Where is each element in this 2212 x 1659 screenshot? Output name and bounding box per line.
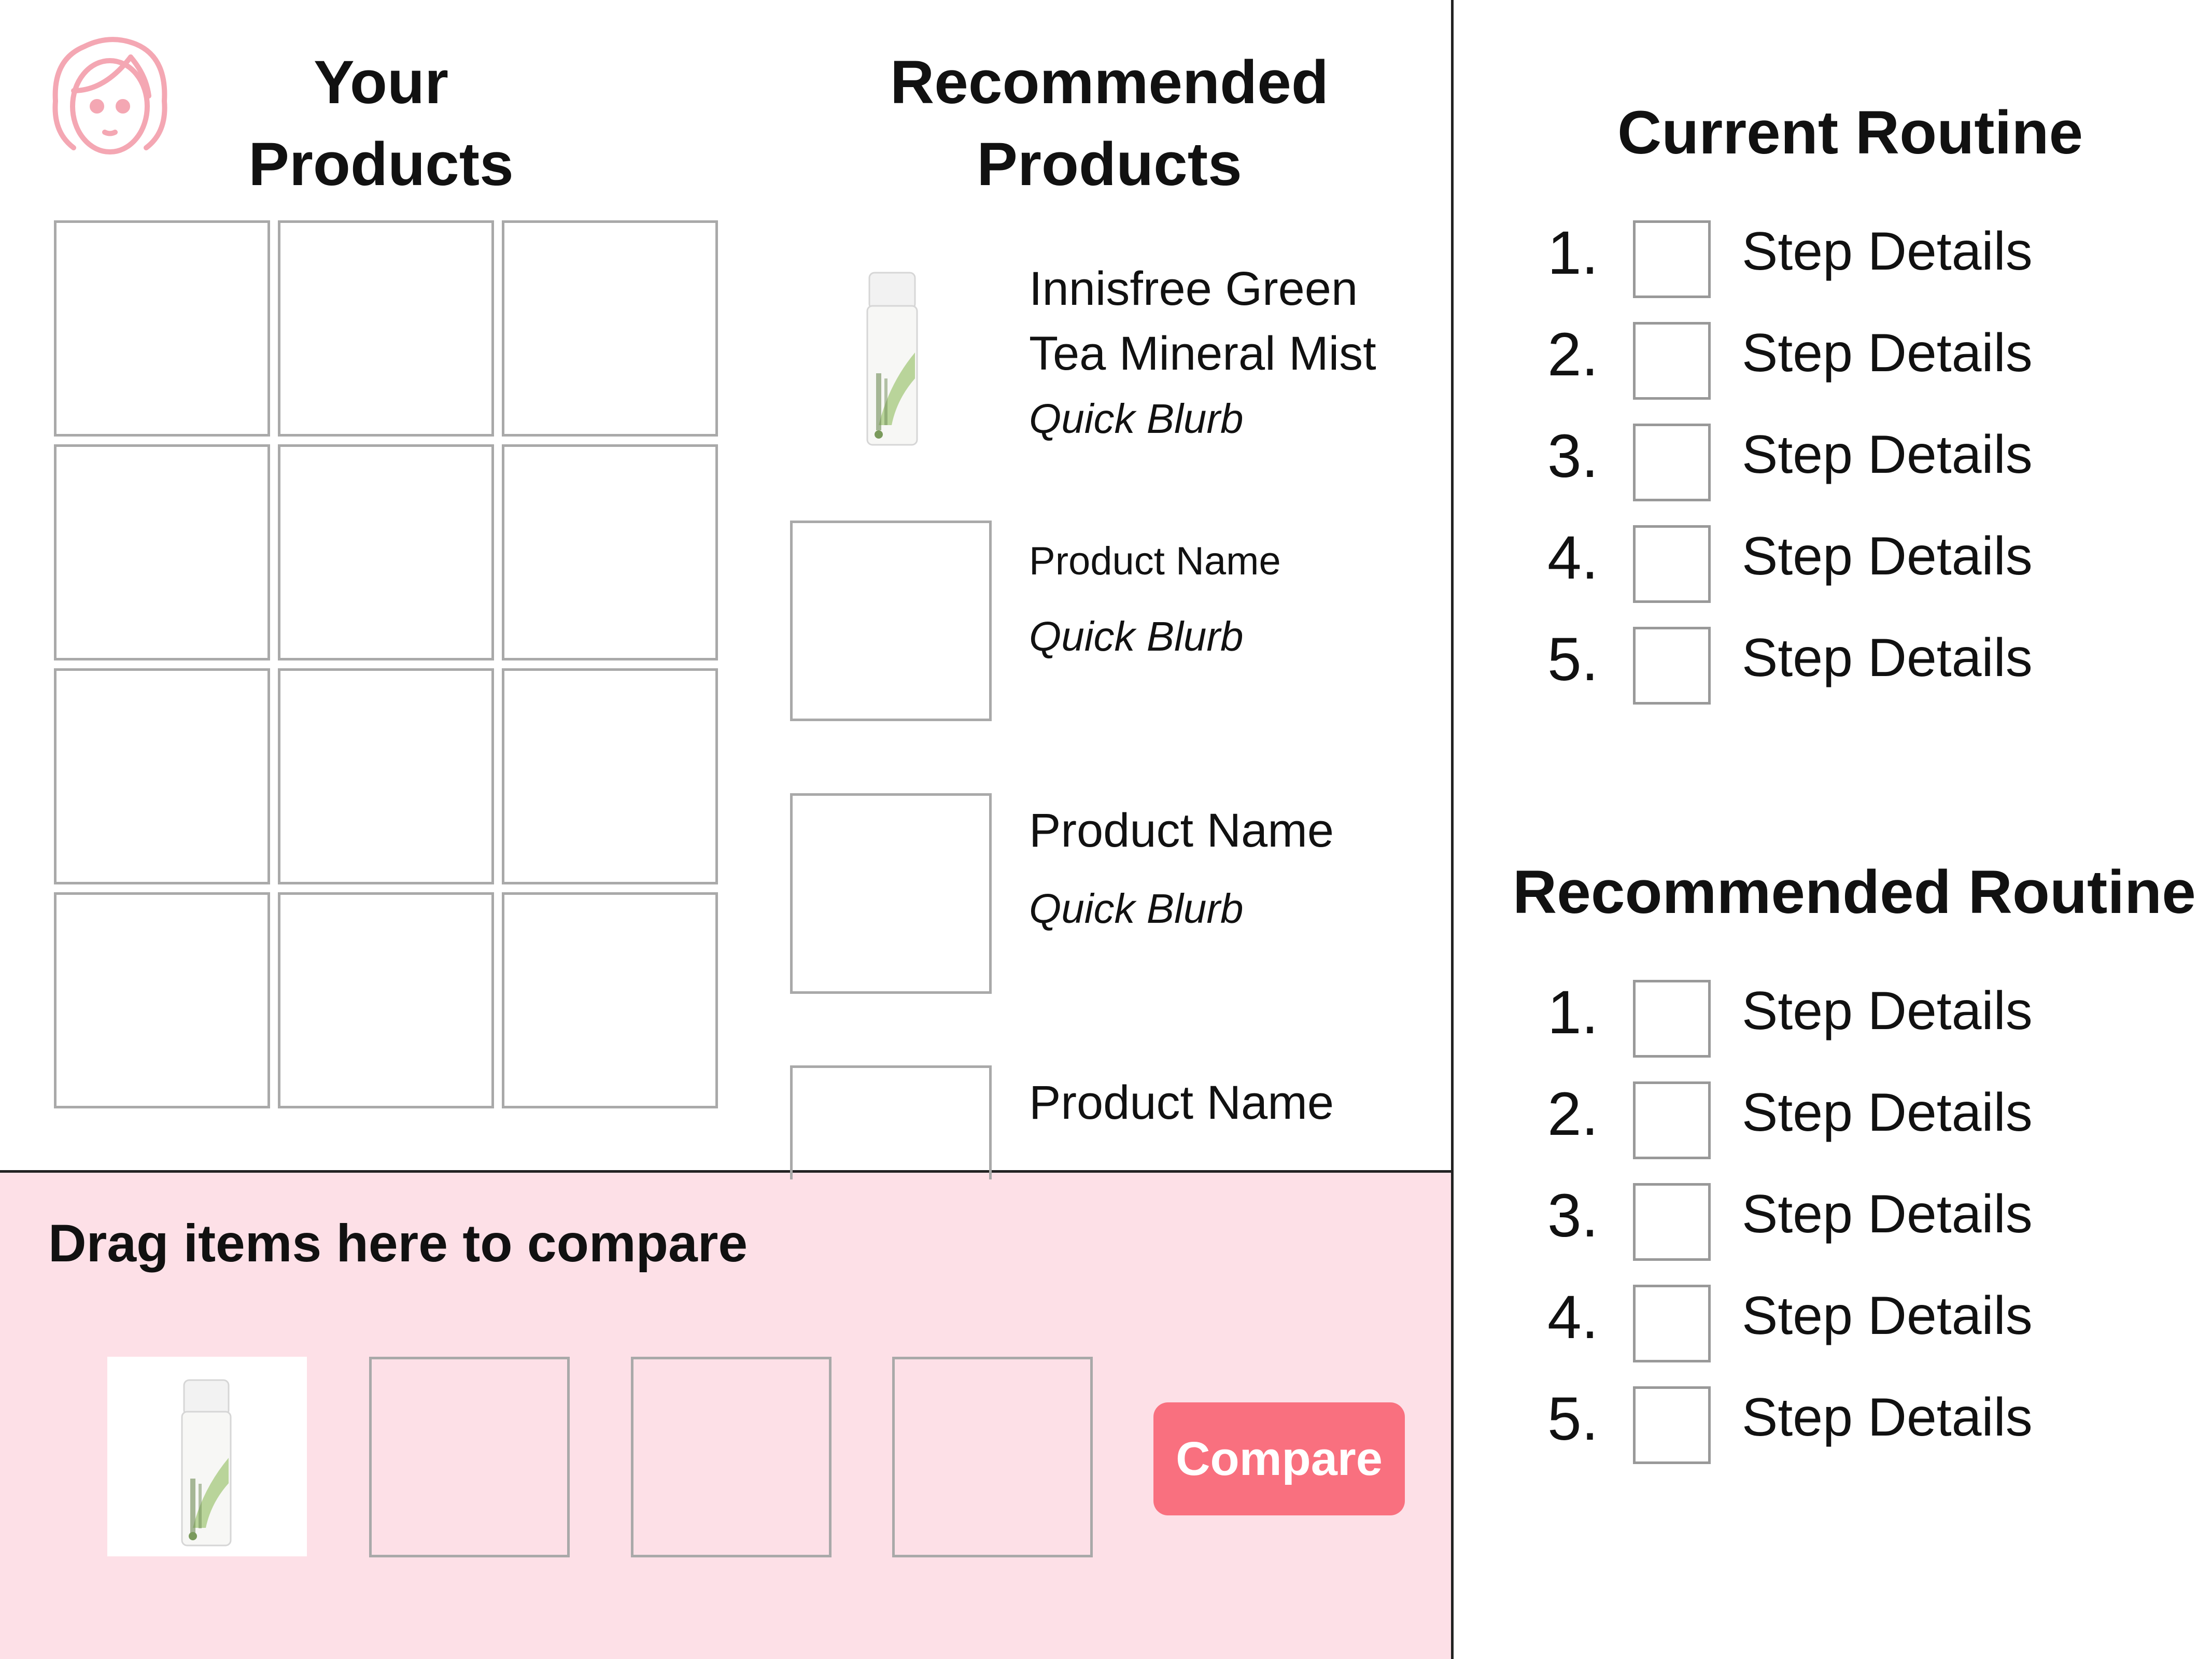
product-name-line2: Tea Mineral Mist [1029, 327, 1376, 380]
step-number: 4. [1547, 524, 1599, 592]
step-number: 1. [1547, 978, 1599, 1047]
step-details: Step Details [1742, 221, 2033, 282]
recommended-product-slot[interactable] [790, 793, 992, 994]
product-slot[interactable] [502, 220, 718, 437]
recommended-products-heading: Recommended Products [840, 41, 1379, 205]
step-checkbox[interactable] [1633, 525, 1711, 603]
step-number: 5. [1547, 1385, 1599, 1453]
product-slot[interactable] [502, 892, 718, 1108]
step-details: Step Details [1742, 526, 2033, 586]
vertical-divider [1451, 0, 1454, 1659]
your-products-title-line1: Your [313, 48, 449, 117]
step-details: Step Details [1742, 425, 2033, 485]
step-number: 1. [1547, 219, 1599, 287]
recommended-product-4[interactable]: Product Name [1029, 1071, 1433, 1135]
step-checkbox[interactable] [1633, 1183, 1711, 1261]
mist-bottle-icon [866, 272, 918, 446]
product-slot[interactable] [54, 668, 270, 884]
your-products-title-line2: Products [248, 130, 514, 199]
step-number: 3. [1547, 1182, 1599, 1250]
recommended-products-title-line1: Recommended [890, 48, 1329, 117]
product-slot[interactable] [54, 892, 270, 1108]
step-number: 5. [1547, 625, 1599, 694]
recommended-product-image[interactable] [793, 249, 995, 456]
compare-slot[interactable] [369, 1357, 570, 1557]
step-details: Step Details [1742, 628, 2033, 688]
compare-slot[interactable] [892, 1357, 1093, 1557]
step-checkbox[interactable] [1633, 322, 1711, 400]
your-products-heading: Your Products [213, 41, 550, 205]
recommended-product-slot[interactable] [790, 521, 992, 721]
recommended-routine-title: Recommended Routine [1513, 858, 2196, 926]
step-details: Step Details [1742, 1387, 2033, 1447]
product-slot[interactable] [278, 892, 494, 1108]
current-routine-title: Current Routine [1617, 99, 2083, 167]
step-checkbox[interactable] [1633, 220, 1711, 298]
product-slot[interactable] [54, 444, 270, 660]
step-checkbox[interactable] [1633, 1285, 1711, 1362]
product-slot[interactable] [502, 668, 718, 884]
step-checkbox[interactable] [1633, 424, 1711, 501]
product-blurb: Quick Blurb [1029, 396, 1244, 442]
recommended-product-slot[interactable] [790, 1065, 992, 1179]
step-number: 4. [1547, 1283, 1599, 1352]
product-blurb: Quick Blurb [1029, 613, 1244, 659]
compare-button[interactable]: Compare [1153, 1402, 1405, 1515]
step-checkbox[interactable] [1633, 1386, 1711, 1464]
recommended-product-1[interactable]: Innisfree Green Tea Mineral Mist Quick B… [1029, 257, 1444, 451]
step-number: 2. [1547, 320, 1599, 389]
product-slot[interactable] [278, 668, 494, 884]
product-slot[interactable] [278, 444, 494, 660]
product-name: Product Name [1029, 804, 1334, 857]
product-slot[interactable] [502, 444, 718, 660]
mist-bottle-icon [181, 1379, 232, 1546]
step-details: Step Details [1742, 1184, 2033, 1244]
recommended-products-title-line2: Products [977, 130, 1242, 199]
product-name-line1: Innisfree Green [1029, 262, 1358, 315]
horizontal-divider [0, 1170, 1454, 1173]
step-details: Step Details [1742, 1286, 2033, 1346]
step-checkbox[interactable] [1633, 980, 1711, 1058]
user-avatar-icon[interactable] [43, 29, 177, 163]
compare-slot-filled[interactable] [107, 1357, 307, 1556]
recommended-product-2[interactable]: Product Name Quick Blurb [1029, 529, 1433, 669]
step-details: Step Details [1742, 981, 2033, 1041]
product-slot[interactable] [54, 220, 270, 437]
recommended-product-3[interactable]: Product Name Quick Blurb [1029, 798, 1433, 941]
step-checkbox[interactable] [1633, 627, 1711, 705]
step-details: Step Details [1742, 1082, 2033, 1143]
compare-title: Drag items here to compare [48, 1214, 748, 1273]
product-slot[interactable] [278, 220, 494, 437]
product-name: Product Name [1029, 1076, 1334, 1129]
step-number: 2. [1547, 1080, 1599, 1148]
step-number: 3. [1547, 422, 1599, 490]
product-blurb: Quick Blurb [1029, 885, 1244, 932]
product-name: Product Name [1029, 539, 1281, 583]
step-checkbox[interactable] [1633, 1081, 1711, 1159]
step-details: Step Details [1742, 323, 2033, 383]
compare-slot[interactable] [631, 1357, 832, 1557]
